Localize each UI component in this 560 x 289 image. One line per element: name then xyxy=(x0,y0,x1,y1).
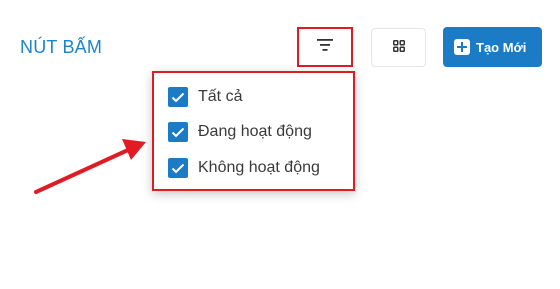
page: NÚT BẤM Tạo Mới Tất cả Đang hoạt động Kh… xyxy=(0,0,560,289)
grid-view-button[interactable] xyxy=(371,28,426,67)
create-new-label: Tạo Mới xyxy=(476,39,527,55)
grid-icon xyxy=(392,39,405,57)
checkbox-checked-icon[interactable] xyxy=(168,87,188,107)
checkbox-checked-icon[interactable] xyxy=(168,158,188,178)
page-title: NÚT BẤM xyxy=(20,37,103,57)
filter-option-inactive[interactable]: Không hoạt động xyxy=(168,156,320,180)
filter-button[interactable] xyxy=(297,27,353,67)
create-new-button[interactable]: Tạo Mới xyxy=(443,27,542,67)
filter-option-active[interactable]: Đang hoạt động xyxy=(168,120,312,144)
plus-icon xyxy=(454,39,470,55)
filter-icon xyxy=(317,38,333,56)
filter-dropdown: Tất cả Đang hoạt động Không hoạt động xyxy=(152,71,355,191)
filter-option-label: Đang hoạt động xyxy=(198,123,312,140)
filter-option-all[interactable]: Tất cả xyxy=(168,85,242,109)
filter-option-label: Tất cả xyxy=(198,88,243,105)
filter-option-label: Không hoạt động xyxy=(198,159,320,176)
checkbox-checked-icon[interactable] xyxy=(168,122,188,142)
